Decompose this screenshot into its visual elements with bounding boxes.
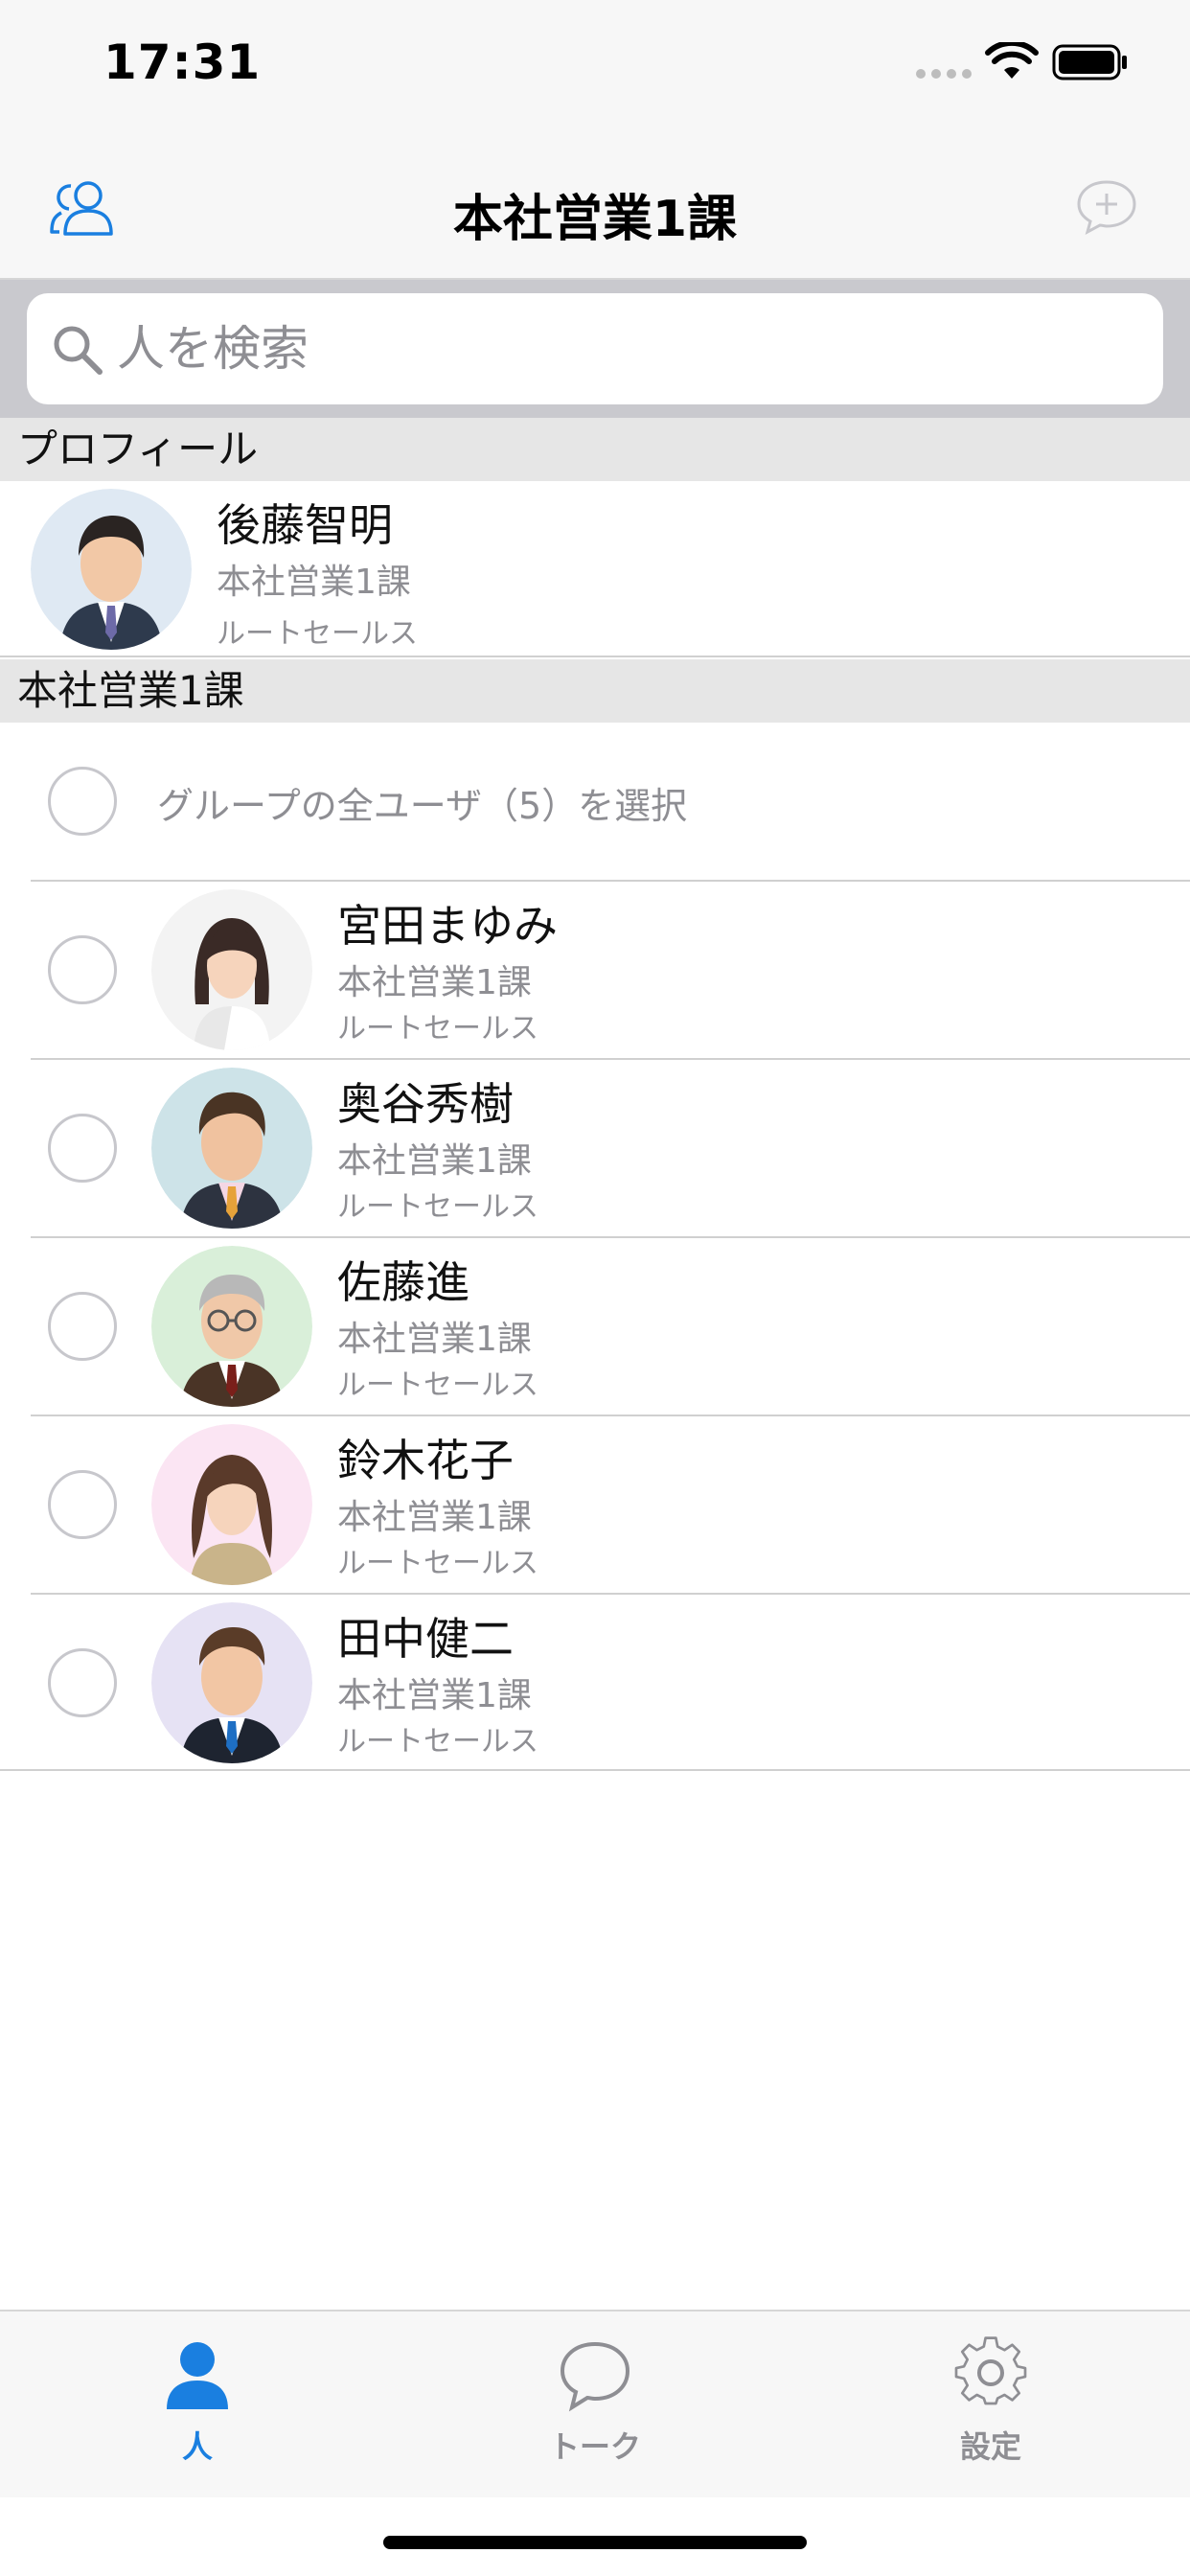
select-radio[interactable] [48, 1114, 117, 1183]
tab-settings[interactable]: 設定 [866, 2312, 1115, 2499]
search-icon [54, 326, 103, 375]
member-name: 鈴木花子 [337, 1435, 514, 1486]
select-radio[interactable] [48, 1470, 117, 1539]
member-dept: 本社営業1課 [337, 1498, 532, 1537]
member-dept: 本社営業1課 [337, 963, 532, 1002]
tab-label: 設定 [959, 2428, 1021, 2465]
profile-dept: 本社営業1課 [217, 563, 411, 602]
member-name: 奥谷秀樹 [337, 1078, 514, 1130]
avatar [31, 489, 192, 650]
list-item[interactable]: 鈴木花子 本社営業1課 ルートセールス [0, 1416, 1190, 1593]
page-title: 本社営業1課 [452, 191, 738, 248]
avatar [151, 1068, 312, 1229]
divider [0, 1769, 1190, 1771]
select-radio[interactable] [48, 1648, 117, 1717]
member-role: ルートセールス [337, 1368, 538, 1402]
top-bar: 17:31 本社営業1課 [0, 0, 1190, 280]
wifi-icon [985, 42, 1039, 79]
select-radio[interactable] [48, 935, 117, 1004]
chat-plus-icon[interactable] [1075, 178, 1138, 236]
profile-row[interactable]: 後藤智明 本社営業1課 ルートセールス [0, 481, 1190, 657]
member-role: ルートセールス [337, 1012, 538, 1046]
signal-icon [916, 69, 972, 79]
section-header-profile: プロフィール [0, 418, 1190, 481]
select-all-label: グループの全ユーザ（5）を選択 [157, 785, 688, 827]
search-bar [0, 280, 1190, 418]
search-field[interactable] [27, 293, 1163, 404]
list-item[interactable]: 奥谷秀樹 本社営業1課 ルートセールス [0, 1060, 1190, 1236]
select-radio[interactable] [48, 1292, 117, 1361]
list-item[interactable]: 佐藤進 本社営業1課 ルートセールス [0, 1238, 1190, 1414]
avatar [151, 1602, 312, 1763]
member-name: 田中健二 [337, 1613, 514, 1665]
home-indicator[interactable] [383, 2536, 807, 2549]
tab-label: 人 [181, 2428, 213, 2465]
member-role: ルートセールス [337, 1725, 538, 1759]
section-header-group: 本社営業1課 [0, 659, 1190, 723]
tab-label: トーク [548, 2428, 641, 2465]
profile-name: 後藤智明 [217, 499, 393, 551]
status-time: 17:31 [103, 34, 262, 90]
person-icon [167, 2342, 228, 2409]
member-role: ルートセールス [337, 1190, 538, 1224]
tab-people[interactable]: 人 [73, 2312, 322, 2499]
gear-icon [954, 2336, 1027, 2405]
avatar [151, 889, 312, 1050]
avatar [151, 1424, 312, 1585]
select-all-radio[interactable] [48, 767, 117, 836]
member-dept: 本社営業1課 [337, 1320, 532, 1359]
member-name: 宮田まゆみ [337, 900, 558, 952]
profile-role: ルートセールス [217, 617, 418, 651]
list-item[interactable]: 田中健二 本社営業1課 ルートセールス [0, 1595, 1190, 1771]
tab-bar: 人 トーク 設定 [0, 2310, 1190, 2497]
speech-bubble-icon [560, 2341, 630, 2412]
battery-icon [1052, 44, 1127, 80]
tab-talk[interactable]: トーク [470, 2312, 720, 2499]
avatar [151, 1246, 312, 1407]
member-role: ルートセールス [337, 1547, 538, 1580]
member-name: 佐藤進 [337, 1256, 469, 1308]
search-input[interactable] [117, 310, 1133, 387]
list-item[interactable]: 宮田まゆみ 本社営業1課 ルートセールス [0, 882, 1190, 1058]
member-dept: 本社営業1課 [337, 1676, 532, 1715]
select-all-row[interactable]: グループの全ユーザ（5）を選択 [0, 724, 1190, 880]
member-dept: 本社営業1課 [337, 1141, 532, 1181]
